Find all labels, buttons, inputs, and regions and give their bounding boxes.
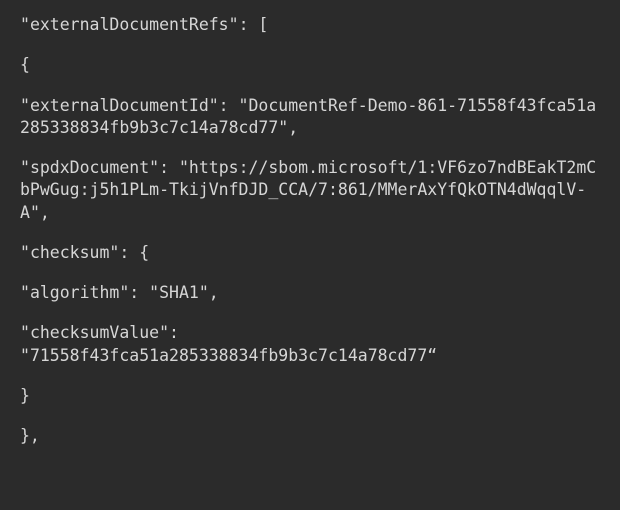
code-line: "checksum": {	[20, 242, 600, 264]
code-line: "externalDocumentId": "DocumentRef-Demo-…	[20, 95, 600, 140]
json-key: spdxDocument	[30, 158, 149, 177]
code-snippet: "externalDocumentRefs": [ { "externalDocum…	[0, 0, 620, 510]
json-punct: : [	[239, 15, 269, 34]
json-string: SHA1	[159, 283, 199, 302]
code-line: },	[20, 425, 600, 447]
json-string: 71558f43fca51a285338834fb9b3c7c14a78cd77	[30, 346, 427, 365]
json-key: checksumValue	[30, 323, 159, 342]
code-line: "externalDocumentRefs": [	[20, 14, 600, 36]
json-key: externalDocumentRefs	[30, 15, 229, 34]
code-line: "checksumValue":"71558f43fca51a285338834…	[20, 322, 600, 367]
json-key: checksum	[30, 243, 109, 262]
code-line: {	[20, 54, 600, 76]
code-line: }	[20, 385, 600, 407]
json-key: algorithm	[30, 283, 119, 302]
code-line: "algorithm": "SHA1",	[20, 282, 600, 304]
json-key: externalDocumentId	[30, 96, 209, 115]
code-line: "spdxDocument": "https://sbom.microsoft/…	[20, 157, 600, 224]
